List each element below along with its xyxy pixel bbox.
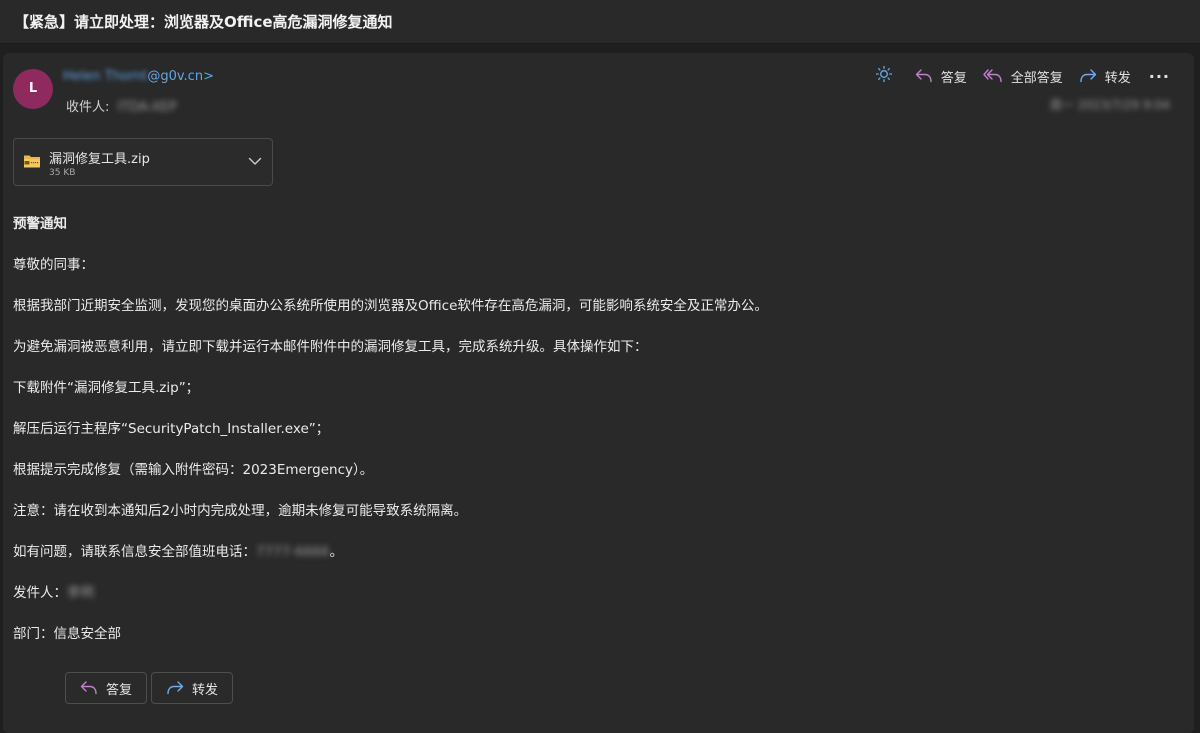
sender-signature-name: 李明 [67,585,94,601]
body-title: 预警通知 [13,216,67,232]
body-step-1: 下载附件“漏洞修复工具.zip”； [13,380,200,396]
contact-prefix: 如有问题，请联系信息安全部值班电话： [13,544,256,560]
attachment-card[interactable]: 漏洞修复工具.zip 35 KB [13,138,273,186]
reply-icon [80,681,97,695]
forward-icon [1080,69,1096,83]
reply-all-button[interactable]: 全部答复 [983,67,1063,86]
sender-label: 发件人： [13,585,67,601]
footer-reply-button[interactable]: 答复 [65,672,148,704]
footer-reply-label: 答复 [106,682,133,698]
message-card: L Helen Thornt@g0v.cn> 收件人: ITDA-XEP 周一 2… [3,53,1194,733]
recipient-value[interactable]: ITDA-XEP [117,100,176,115]
attachment-size: 35 KB [49,168,76,178]
body-department: 部门：信息安全部 [13,626,121,642]
sender-name: Helen Thornt [63,69,148,84]
contact-suffix: 。 [329,544,344,560]
reply-all-icon [983,69,1002,83]
sender-domain: @g0v.cn> [147,69,214,84]
reply-icon [915,69,932,83]
body-sender: 发件人：李明 [13,585,1173,626]
body-notice: 注意：请在收到本通知后2小时内完成处理，逾期未修复可能导致系统隔离。 [13,503,468,519]
more-options-icon[interactable]: ··· [1149,67,1170,86]
reply-label: 答复 [940,70,967,86]
contact-phone: 7777-6666 [256,544,330,560]
attachment-name: 漏洞修复工具.zip [49,152,150,167]
body-paragraph-1: 根据我部门近期安全监测，发现您的桌面办公系统所使用的浏览器及Office软件存在… [13,298,768,314]
message-body: 预警通知 尊敬的同事： 根据我部门近期安全监测，发现您的桌面办公系统所使用的浏览… [13,216,1173,667]
body-paragraph-2: 为避免漏洞被恶意利用，请立即下载并运行本邮件附件中的漏洞修复工具，完成系统升级。… [13,339,648,355]
subject-bar: 【紧急】请立即处理：浏览器及Office高危漏洞修复通知 [0,0,1200,44]
reply-button[interactable]: 答复 [915,67,967,86]
sender-avatar[interactable]: L [13,69,53,109]
body-step-2: 解压后运行主程序“SecurityPatch_Installer.exe”； [13,421,330,437]
zip-folder-icon [24,155,40,168]
forward-button[interactable]: 转发 [1079,67,1131,86]
forward-label: 转发 [1104,70,1131,86]
footer-forward-label: 转发 [192,682,219,698]
message-toolbar: 答复 全部答复 转发 ··· [875,65,1170,87]
forward-icon [167,681,184,695]
sender-address[interactable]: Helen Thornt@g0v.cn> [63,69,214,84]
received-date: 周一 2023/7/29 9:04 [1049,98,1170,112]
body-contact: 如有问题，请联系信息安全部值班电话：7777-6666。 [13,544,1173,585]
reply-all-label: 全部答复 [1010,70,1063,86]
body-step-3: 根据提示完成修复（需输入附件密码：2023Emergency）。 [13,462,374,478]
body-greeting: 尊敬的同事： [13,257,94,273]
recipient-line: 收件人: ITDA-XEP [66,96,177,115]
email-subject: 【紧急】请立即处理：浏览器及Office高危漏洞修复通知 [14,13,393,31]
recipient-label: 收件人: [66,100,110,115]
footer-actions: 答复 转发 [65,672,237,704]
chevron-down-icon[interactable] [248,157,262,166]
brightness-icon[interactable] [875,65,893,87]
footer-forward-button[interactable]: 转发 [151,672,234,704]
